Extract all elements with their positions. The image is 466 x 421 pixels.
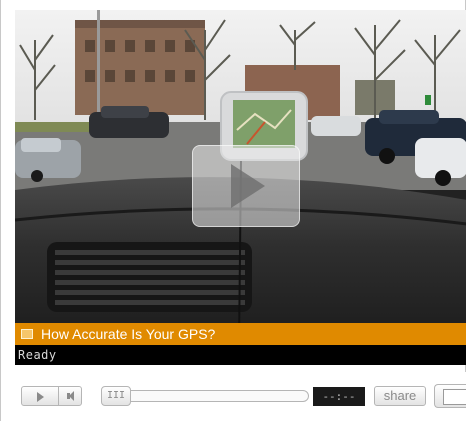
control-bar: III --:-- share	[1, 372, 466, 421]
share-button[interactable]: share	[374, 386, 426, 406]
play-overlay-button[interactable]	[192, 145, 300, 227]
status-bar: Ready	[15, 345, 466, 365]
fullscreen-button[interactable]	[434, 384, 466, 408]
play-icon	[231, 164, 265, 208]
status-text: Ready	[18, 348, 57, 362]
video-frame[interactable]	[15, 10, 466, 346]
video-player: How Accurate Is Your GPS? Ready III --:-…	[0, 0, 466, 421]
time-display: --:--	[313, 387, 365, 406]
volume-button[interactable]	[58, 386, 82, 406]
video-title[interactable]: How Accurate Is Your GPS?	[41, 326, 215, 342]
film-icon	[21, 329, 33, 339]
play-icon	[37, 392, 44, 402]
seek-handle[interactable]: III	[101, 386, 131, 406]
fullscreen-icon	[443, 389, 466, 405]
play-button[interactable]	[21, 386, 59, 406]
seek-bar[interactable]	[101, 390, 309, 402]
video-title-bar: How Accurate Is Your GPS?	[15, 323, 466, 345]
